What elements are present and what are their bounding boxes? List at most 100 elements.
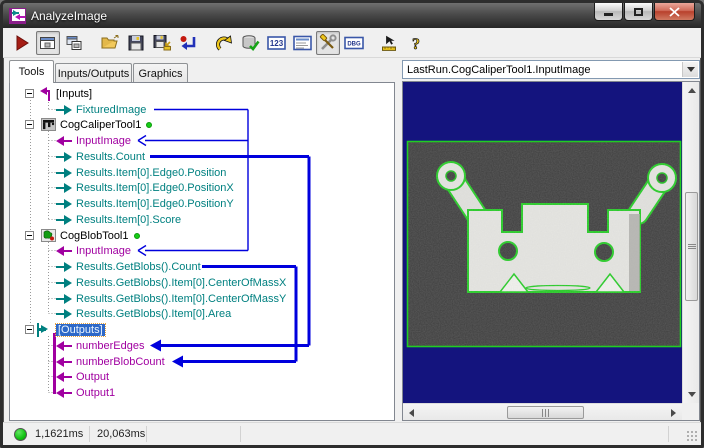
collapse-icon[interactable] (25, 231, 34, 240)
title-bar[interactable]: AnalyzeImage (3, 3, 701, 28)
svg-text:DBG: DBG (347, 41, 361, 47)
tree-item-inputs-group[interactable]: [Inputs] (10, 86, 392, 101)
revert-button[interactable] (176, 31, 200, 55)
horizontal-scroll-thumb[interactable] (507, 406, 584, 419)
tree-item-cogcalipertool1[interactable]: CogCaliperTool1 (10, 117, 392, 132)
run-result-image (403, 82, 682, 403)
tree-item-blob-inputimage[interactable]: InputImage (10, 243, 392, 258)
collapse-icon[interactable] (25, 120, 34, 129)
image-selector-value: LastRun.CogCaliperTool1.InputImage (407, 63, 591, 76)
status-bar: 1,1621ms 20,063ms (3, 422, 701, 445)
save-button[interactable] (124, 31, 148, 55)
caliper-tool-icon (41, 118, 56, 131)
input-port-icon (56, 387, 72, 398)
arrow-up-icon (687, 84, 696, 93)
maximize-button[interactable] (624, 3, 653, 21)
open-folder-icon (100, 34, 118, 48)
vertical-scrollbar[interactable] (682, 82, 699, 403)
tree-item-centerofmassy[interactable]: Results.GetBlobs().Item[0].CenterOfMassY (10, 291, 392, 306)
output-port-icon (56, 277, 72, 288)
scroll-up-button[interactable] (683, 82, 700, 99)
database-check-icon (242, 34, 260, 51)
tree-item-edge0-positiony[interactable]: Results.Item[0].Edge0.PositionY (10, 196, 392, 211)
copy-window-icon (66, 35, 82, 50)
output-port-icon (56, 308, 72, 319)
help-icon: ? (412, 35, 421, 52)
copy-tool-window-button[interactable] (62, 31, 86, 55)
input-port-icon (56, 356, 72, 367)
outputs-port-icon (36, 322, 52, 337)
output-port-icon (56, 293, 72, 304)
tree-item-score[interactable]: Results.Item[0].Score (10, 212, 392, 227)
pointer-measure-icon (381, 35, 396, 51)
tree-item-caliper-inputimage[interactable]: InputImage (10, 133, 392, 148)
tree-item-results-count[interactable]: Results.Count (10, 149, 392, 164)
tree-item-output1[interactable]: Output1 (10, 385, 392, 400)
list-view-icon (292, 35, 312, 50)
output-port-icon (56, 167, 72, 178)
tree-item-output[interactable]: Output (10, 369, 392, 384)
tab-inputs-outputs[interactable]: Inputs/Outputs (55, 63, 132, 83)
tool-tree-panel: [Inputs] FixturedImage CogCaliperTool1 I… (9, 82, 395, 421)
svg-text:?: ? (412, 36, 420, 52)
collapse-icon[interactable] (25, 89, 34, 98)
vertical-scroll-thumb[interactable] (685, 192, 698, 301)
tree-item-area[interactable]: Results.GetBlobs().Item[0].Area (10, 306, 392, 321)
scroll-down-button[interactable] (683, 386, 700, 403)
numeric-results-button[interactable]: 123 (264, 31, 288, 55)
arrow-left-icon (405, 408, 414, 417)
close-button[interactable] (654, 3, 695, 21)
app-icon (9, 7, 26, 24)
run-icon (16, 34, 29, 51)
toolbar: 123 DBG ? (3, 28, 701, 58)
image-display-panel (402, 81, 700, 421)
run-button[interactable] (10, 31, 34, 55)
resize-grip[interactable] (686, 430, 698, 442)
horizontal-scrollbar[interactable] (403, 403, 682, 420)
undo-button[interactable] (212, 31, 236, 55)
run-indicator-dot (14, 428, 27, 441)
collapse-icon[interactable] (25, 325, 34, 334)
input-port-icon (56, 135, 72, 146)
arrow-right-icon (671, 408, 680, 417)
save-as-button[interactable] (150, 31, 174, 55)
job-tools-button[interactable] (316, 30, 340, 55)
tree-item-numberblobcount[interactable]: numberBlobCount (10, 354, 392, 369)
minimize-button[interactable] (594, 3, 623, 21)
input-port-icon (56, 340, 72, 351)
tree-item-edge0-position[interactable]: Results.Item[0].Edge0.Position (10, 165, 392, 180)
show-tool-windows-button[interactable] (36, 30, 60, 55)
image-selector-combo[interactable]: LastRun.CogCaliperTool1.InputImage (402, 60, 700, 79)
run-status-dot (133, 232, 140, 239)
list-view-button[interactable] (290, 31, 314, 55)
pointer-measure-button[interactable] (378, 31, 402, 55)
output-port-icon (56, 151, 72, 162)
tree-item-getblobs-count[interactable]: Results.GetBlobs().Count (10, 259, 392, 274)
tree-item-cogblobtool1[interactable]: CogBlobTool1 (10, 228, 392, 243)
scroll-left-button[interactable] (403, 404, 420, 421)
run-status-dot (146, 121, 153, 128)
open-button[interactable] (98, 31, 122, 55)
tree-item-numberedges[interactable]: numberEdges (10, 338, 392, 353)
debug-button[interactable]: DBG (342, 31, 366, 55)
help-button[interactable]: ? (404, 31, 428, 55)
undo-icon (216, 34, 232, 50)
tree-item-centerofmassx[interactable]: Results.GetBlobs().Item[0].CenterOfMassX (10, 275, 392, 290)
tree-item-edge0-positionx[interactable]: Results.Item[0].Edge0.PositionX (10, 180, 392, 195)
tree-item-outputs-group[interactable]: [Outputs] (10, 322, 392, 337)
svg-text:123: 123 (269, 39, 283, 48)
window-title: AnalyzeImage (31, 8, 108, 23)
scroll-right-button[interactable] (665, 404, 682, 421)
input-port-icon (56, 245, 72, 256)
database-check-button[interactable] (238, 31, 262, 55)
chevron-down-icon[interactable] (682, 62, 698, 77)
output-port-icon (56, 104, 72, 115)
tab-tools[interactable]: Tools (9, 60, 54, 83)
tree-item-fixturedimage[interactable]: FixturedImage (10, 102, 392, 117)
tab-graphics[interactable]: Graphics (133, 63, 188, 83)
arrow-down-icon (687, 392, 696, 401)
debug-icon: DBG (344, 36, 364, 49)
scrollbar-corner (682, 403, 699, 420)
tools-icon (319, 33, 337, 50)
revert-icon (180, 35, 196, 50)
